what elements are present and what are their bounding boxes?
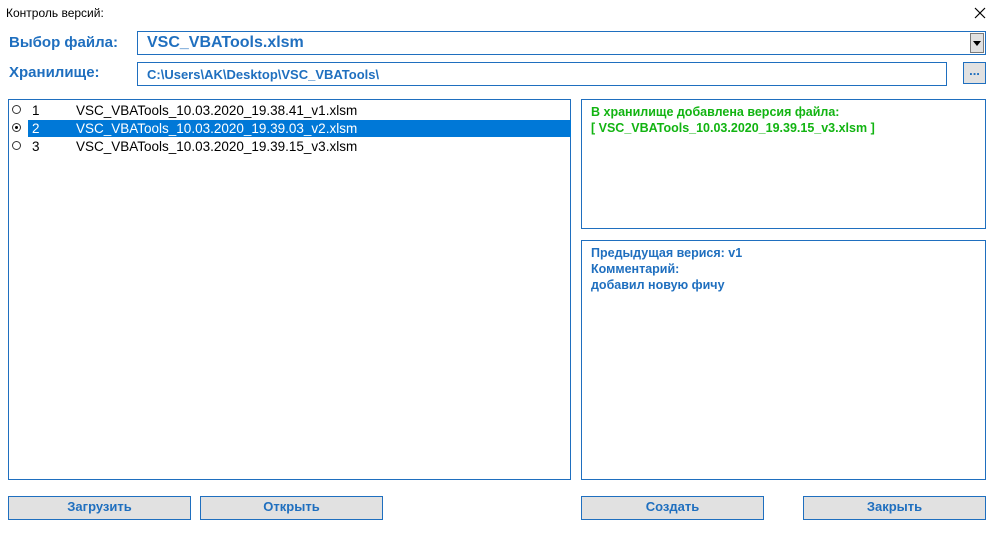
radio-button[interactable] <box>12 105 21 114</box>
file-select-combobox[interactable]: VSC_VBATools.xlsm <box>137 31 986 55</box>
file-select-label: Выбор файла: <box>9 34 118 51</box>
version-file-name: VSC_VBATools_10.03.2020_19.38.41_v1.xlsm <box>76 103 358 118</box>
status-message-box: В хранилище добавлена версия файла: [ VS… <box>581 99 986 229</box>
close-icon <box>974 7 986 19</box>
storage-path-value: C:\Users\AK\Desktop\VSC_VBATools\ <box>147 67 380 82</box>
status-line: В хранилище добавлена версия файла: <box>591 105 840 119</box>
previous-version-line: Предыдущая верися: v1 <box>591 246 743 260</box>
title-bar: Контроль версий: <box>0 0 1000 26</box>
radio-button[interactable] <box>12 123 21 132</box>
window-title: Контроль версий: <box>6 6 104 20</box>
version-file-name: VSC_VBATools_10.03.2020_19.39.03_v2.xlsm <box>76 121 358 136</box>
version-number: 3 <box>32 139 40 154</box>
version-number: 1 <box>32 103 40 118</box>
chevron-down-icon <box>973 40 981 46</box>
comment-label: Комментарий: <box>591 262 680 276</box>
list-item[interactable]: 2 VSC_VBATools_10.03.2020_19.39.03_v2.xl… <box>10 120 571 137</box>
list-item[interactable]: 3 VSC_VBATools_10.03.2020_19.39.15_v3.xl… <box>10 138 569 155</box>
status-file-line: [ VSC_VBATools_10.03.2020_19.39.15_v3.xl… <box>591 121 875 135</box>
open-button[interactable]: Открыть <box>200 496 383 520</box>
list-item[interactable]: 1 VSC_VBATools_10.03.2020_19.38.41_v1.xl… <box>10 102 569 119</box>
comment-text: добавил новую фичу <box>591 278 725 292</box>
storage-label: Хранилище: <box>9 64 100 81</box>
storage-path-field[interactable]: C:\Users\AK\Desktop\VSC_VBATools\ <box>137 62 947 86</box>
browse-button[interactable]: ... <box>963 62 986 84</box>
version-number: 2 <box>32 121 40 136</box>
versions-list[interactable]: 1 VSC_VBATools_10.03.2020_19.38.41_v1.xl… <box>8 99 571 480</box>
load-button[interactable]: Загрузить <box>8 496 191 520</box>
dropdown-arrow-button[interactable] <box>970 33 984 53</box>
create-button[interactable]: Создать <box>581 496 764 520</box>
radio-button[interactable] <box>12 141 21 150</box>
close-window-button[interactable] <box>968 2 992 24</box>
version-file-name: VSC_VBATools_10.03.2020_19.39.15_v3.xlsm <box>76 139 358 154</box>
file-select-value: VSC_VBATools.xlsm <box>147 34 304 51</box>
close-button[interactable]: Закрыть <box>803 496 986 520</box>
version-details-box: Предыдущая верися: v1 Комментарий: добав… <box>581 240 986 480</box>
version-control-window: Контроль версий: Выбор файла: VSC_VBAToo… <box>0 0 1000 544</box>
